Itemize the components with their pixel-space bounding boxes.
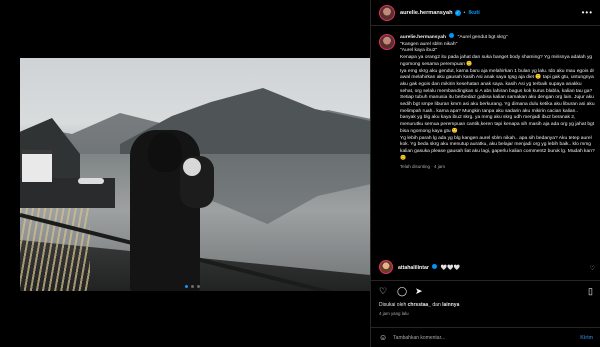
comment-like-icon[interactable]: ♡ [590,265,595,272]
verified-badge-icon: ✓ [454,9,461,16]
verified-badge-icon [449,33,455,38]
caption-line: Yg lebih parah lg ada yg blg kangen aure… [400,135,595,161]
emoji-icon[interactable]: ☺ [379,333,387,342]
liked-by-user[interactable]: chrsstaa_ [408,302,431,308]
action-bar: ♡ ◯ ➤ ▯ [371,280,600,300]
bookmark-icon[interactable]: ▯ [588,286,593,297]
likes-text: Disukai oleh chrsstaa_ dan lainnya [379,302,460,308]
comment-text: 🤍🤍🤍 [440,264,461,271]
avatar[interactable] [379,260,393,274]
avatar[interactable] [379,4,395,21]
follow-button[interactable]: Ikuti [468,10,479,16]
post-timestamp: 4 jam yang lalu [379,311,409,316]
comment-input[interactable] [393,334,564,341]
post-username[interactable]: aurelie.hermansyah [400,10,453,16]
verified-badge-icon [432,263,438,269]
heart-icon[interactable]: ♡ [379,286,387,297]
caption: aurelie.hermansyah "Aurel gendut bgt skr… [379,33,595,171]
send-button[interactable]: Kirim [580,335,593,341]
caption-line: Kenapa ya orang2 itu pada jahat dan suka… [400,55,593,67]
comment-item: attahalilintar 🤍🤍🤍 ♡ [379,260,595,274]
more-icon[interactable]: ••• [582,8,593,17]
avatar[interactable] [379,34,395,50]
share-icon[interactable]: ➤ [415,286,423,297]
post-header: aurelie.hermansyah ✓ • Ikuti ••• [371,0,600,26]
edited-timestamp: Telah disunting · 4 jam [400,164,446,170]
comment-icon[interactable]: ◯ [397,286,407,297]
comment-username[interactable]: attahalilintar [398,265,429,271]
post-photo[interactable]: › [20,58,370,291]
caption-body: aurelie.hermansyah "Aurel gendut bgt skr… [400,33,595,171]
caption-line: "Aurel gendut bgt skrg" [457,35,508,40]
separator: • [463,9,466,16]
caption-line: Iya emg skrg aku gendut, karna baru aja … [400,68,595,114]
caption-username[interactable]: aurelie.hermansyah [400,35,446,40]
carousel-dots [185,285,200,288]
caption-line: banyak yg blg aku kaya ibu2 skrg. ya mmg… [400,115,595,134]
post-sidebar: aurelie.hermansyah ✓ • Ikuti ••• aurelie… [370,0,600,347]
likes-others[interactable]: lainnya [442,302,459,308]
media-pane: › [0,0,370,347]
comment-composer: ☺ Kirim [371,327,600,347]
